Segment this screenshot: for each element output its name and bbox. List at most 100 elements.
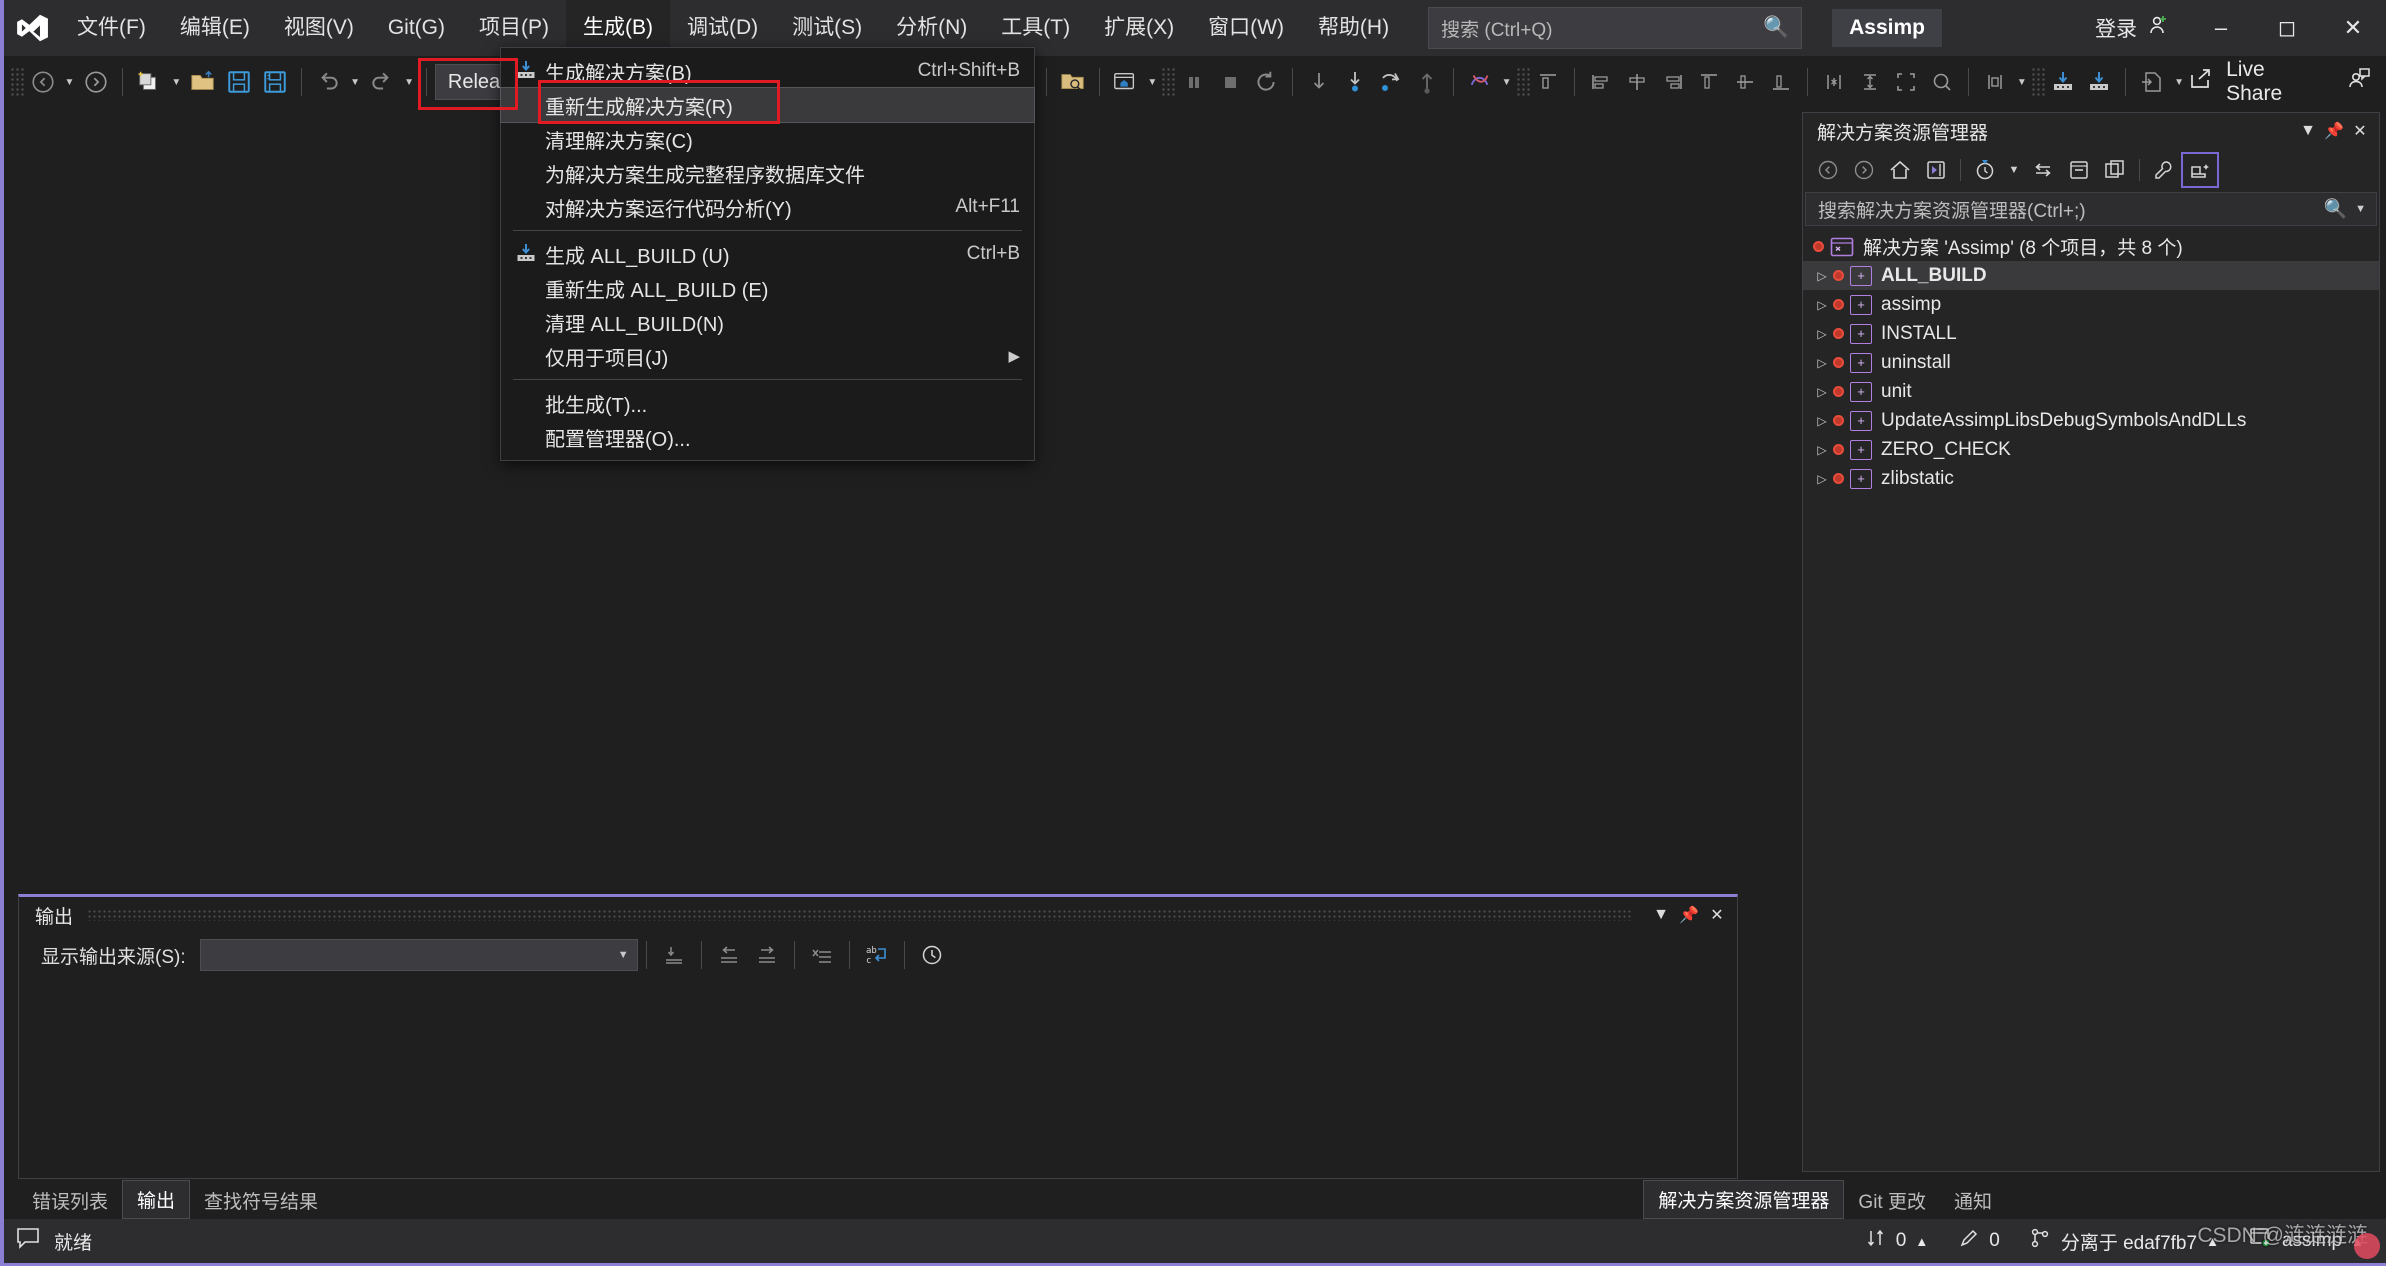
output-panel-content[interactable] [19, 977, 1737, 1178]
stop-button[interactable] [1212, 62, 1248, 102]
toggle-bookmark-button[interactable] [1816, 62, 1852, 102]
restart-button[interactable] [1248, 62, 1284, 102]
minimize-button[interactable]: – [2188, 0, 2254, 56]
expand-arrow-icon[interactable]: ▷ [1811, 443, 1833, 457]
expand-arrow-icon[interactable]: ▷ [1811, 472, 1833, 486]
tab-order-dropdown-icon[interactable]: ▼ [2013, 77, 2031, 88]
switch-views-icon[interactable] [1919, 154, 1953, 186]
navigate-backward-dropdown-icon[interactable]: ▼ [61, 77, 79, 88]
home-icon[interactable] [1883, 154, 1917, 186]
previous-message-icon[interactable] [710, 939, 748, 971]
menu-item-build-full-pdb[interactable]: 为解决方案生成完整程序数据库文件 [501, 156, 1034, 190]
step-over-button[interactable] [1337, 62, 1373, 102]
sync-with-active-document-icon[interactable] [2026, 154, 2060, 186]
status-repository-button[interactable]: assimp ▲ [2249, 1227, 2364, 1255]
status-pending-changes-button[interactable]: 0 [1958, 1227, 2000, 1255]
pin-icon[interactable]: 📌 [1675, 905, 1703, 925]
expand-arrow-icon[interactable]: ▷ [1811, 269, 1833, 283]
tree-node-solution-root[interactable]: 解决方案 'Assimp' (8 个项目，共 8 个) [1803, 232, 2379, 261]
chevron-down-icon[interactable]: ▼ [1647, 906, 1675, 924]
align-middles-button[interactable] [1727, 62, 1763, 102]
expand-arrow-icon[interactable]: ▷ [1811, 298, 1833, 312]
solution-name-chip[interactable]: Assimp [1832, 9, 1942, 47]
hot-reload-dropdown-icon[interactable]: ▼ [1498, 77, 1516, 88]
tree-node-project-zlibstatic[interactable]: ▷ + zlibstatic [1803, 464, 2379, 493]
toolbar-grip[interactable] [1161, 67, 1176, 97]
menu-item-build-solution[interactable]: 生成解决方案(B) Ctrl+Shift+B [501, 54, 1034, 88]
step-up-button[interactable] [1409, 62, 1445, 102]
show-all-files-icon[interactable] [2098, 154, 2132, 186]
tree-node-project-unit[interactable]: ▷ + unit [1803, 377, 2379, 406]
save-button[interactable] [221, 62, 257, 102]
menu-item-rebuild-all-build[interactable]: 重新生成 ALL_BUILD (E) [501, 271, 1034, 305]
collapse-all-icon[interactable] [2062, 154, 2096, 186]
properties-icon[interactable] [2147, 154, 2181, 186]
tree-node-project-zero-check[interactable]: ▷ + ZERO_CHECK [1803, 435, 2379, 464]
add-existing-item-button[interactable] [2134, 62, 2170, 102]
redo-button[interactable] [364, 62, 400, 102]
align-centers-button[interactable] [1619, 62, 1655, 102]
new-project-dropdown-icon[interactable]: ▼ [167, 77, 185, 88]
maximize-button[interactable]: ◻ [2254, 0, 2320, 56]
tab-error-list[interactable]: 错误列表 [18, 1182, 122, 1219]
navigate-forward-button[interactable] [78, 62, 114, 102]
menu-item-configuration-manager[interactable]: 配置管理器(O)... [501, 420, 1034, 454]
hot-reload-button[interactable] [1462, 62, 1498, 102]
show-output-history-icon[interactable] [913, 939, 951, 971]
expand-arrow-icon[interactable]: ▷ [1811, 327, 1833, 341]
forward-icon[interactable] [1847, 154, 1881, 186]
size-to-fit-button[interactable] [1888, 62, 1924, 102]
global-search-input[interactable]: 搜索 (Ctrl+Q) 🔍 [1428, 7, 1803, 49]
status-branch-button[interactable]: 分离于 edaf7fb7 ▲ [2030, 1227, 2219, 1255]
menu-item-rebuild-solution[interactable]: 重新生成解决方案(R) [500, 87, 1035, 123]
status-sync-button[interactable]: 0 ▲ [1865, 1227, 1928, 1255]
clear-all-icon[interactable] [803, 939, 841, 971]
expand-arrow-icon[interactable]: ▷ [1811, 414, 1833, 428]
build-solution-toolbar-button[interactable] [2045, 62, 2081, 102]
save-all-button[interactable] [257, 62, 293, 102]
zoom-button[interactable] [1924, 62, 1960, 102]
toolbar-grip[interactable] [10, 67, 25, 97]
pending-changes-filter-icon[interactable] [1968, 154, 2002, 186]
pause-button[interactable] [1176, 62, 1212, 102]
live-share-label[interactable]: Live Share [2226, 58, 2308, 106]
invite-people-icon[interactable] [2320, 66, 2372, 98]
redo-dropdown-icon[interactable]: ▼ [400, 77, 418, 88]
tree-node-project-all-build[interactable]: ▷ + ALL_BUILD [1803, 261, 2379, 290]
tab-notifications[interactable]: 通知 [1940, 1182, 2006, 1219]
toggle-word-wrap-icon[interactable]: ab c [858, 939, 896, 971]
menu-file[interactable]: 文件(F) [60, 0, 163, 56]
output-source-select[interactable]: ▼ [199, 939, 638, 971]
align-bottoms-button[interactable] [1763, 62, 1799, 102]
menu-item-project-only[interactable]: 仅用于项目(J) ▶ [501, 339, 1034, 373]
rebuild-solution-toolbar-button[interactable] [2081, 62, 2117, 102]
preview-selected-items-icon[interactable] [2181, 152, 2219, 188]
menu-item-batch-build[interactable]: 批生成(T)... [501, 386, 1034, 420]
tab-find-symbol-results[interactable]: 查找符号结果 [190, 1182, 332, 1219]
tree-node-project-assimp[interactable]: ▷ + assimp [1803, 290, 2379, 319]
tab-git-changes[interactable]: Git 更改 [1844, 1182, 1940, 1219]
tab-solution-explorer[interactable]: 解决方案资源管理器 [1643, 1180, 1845, 1219]
pin-icon[interactable]: 📌 [2321, 121, 2347, 141]
new-project-button[interactable] [131, 62, 167, 102]
close-icon[interactable]: ✕ [1703, 905, 1731, 925]
add-item-dropdown-icon[interactable]: ▼ [2170, 77, 2188, 88]
menu-window[interactable]: 窗口(W) [1191, 0, 1301, 56]
output-panel-drag-handle[interactable] [87, 909, 1633, 921]
undo-button[interactable] [310, 62, 346, 102]
align-lefts-button[interactable] [1583, 62, 1619, 102]
menu-item-build-all-build[interactable]: 生成 ALL_BUILD (U) Ctrl+B [501, 237, 1034, 271]
tree-node-project-install[interactable]: ▷ + INSTALL [1803, 319, 2379, 348]
solution-explorer-search-input[interactable]: 搜索解决方案资源管理器(Ctrl+;) 🔍 ▼ [1805, 192, 2377, 226]
menu-git[interactable]: Git(G) [371, 0, 462, 56]
toolbar-grip[interactable] [2030, 67, 2046, 97]
tab-order-button[interactable] [1977, 62, 2013, 102]
navigate-backward-button[interactable] [25, 62, 61, 102]
start-debug-window-button[interactable] [1107, 62, 1143, 102]
chevron-down-icon[interactable]: ▼ [2355, 203, 2366, 215]
chevron-down-icon[interactable]: ▼ [2004, 154, 2024, 186]
notification-icon[interactable] [16, 1226, 42, 1256]
menu-item-clean-solution[interactable]: 清理解决方案(C) [501, 122, 1034, 156]
tree-node-project-uninstall[interactable]: ▷ + uninstall [1803, 348, 2379, 377]
back-icon[interactable] [1811, 154, 1845, 186]
